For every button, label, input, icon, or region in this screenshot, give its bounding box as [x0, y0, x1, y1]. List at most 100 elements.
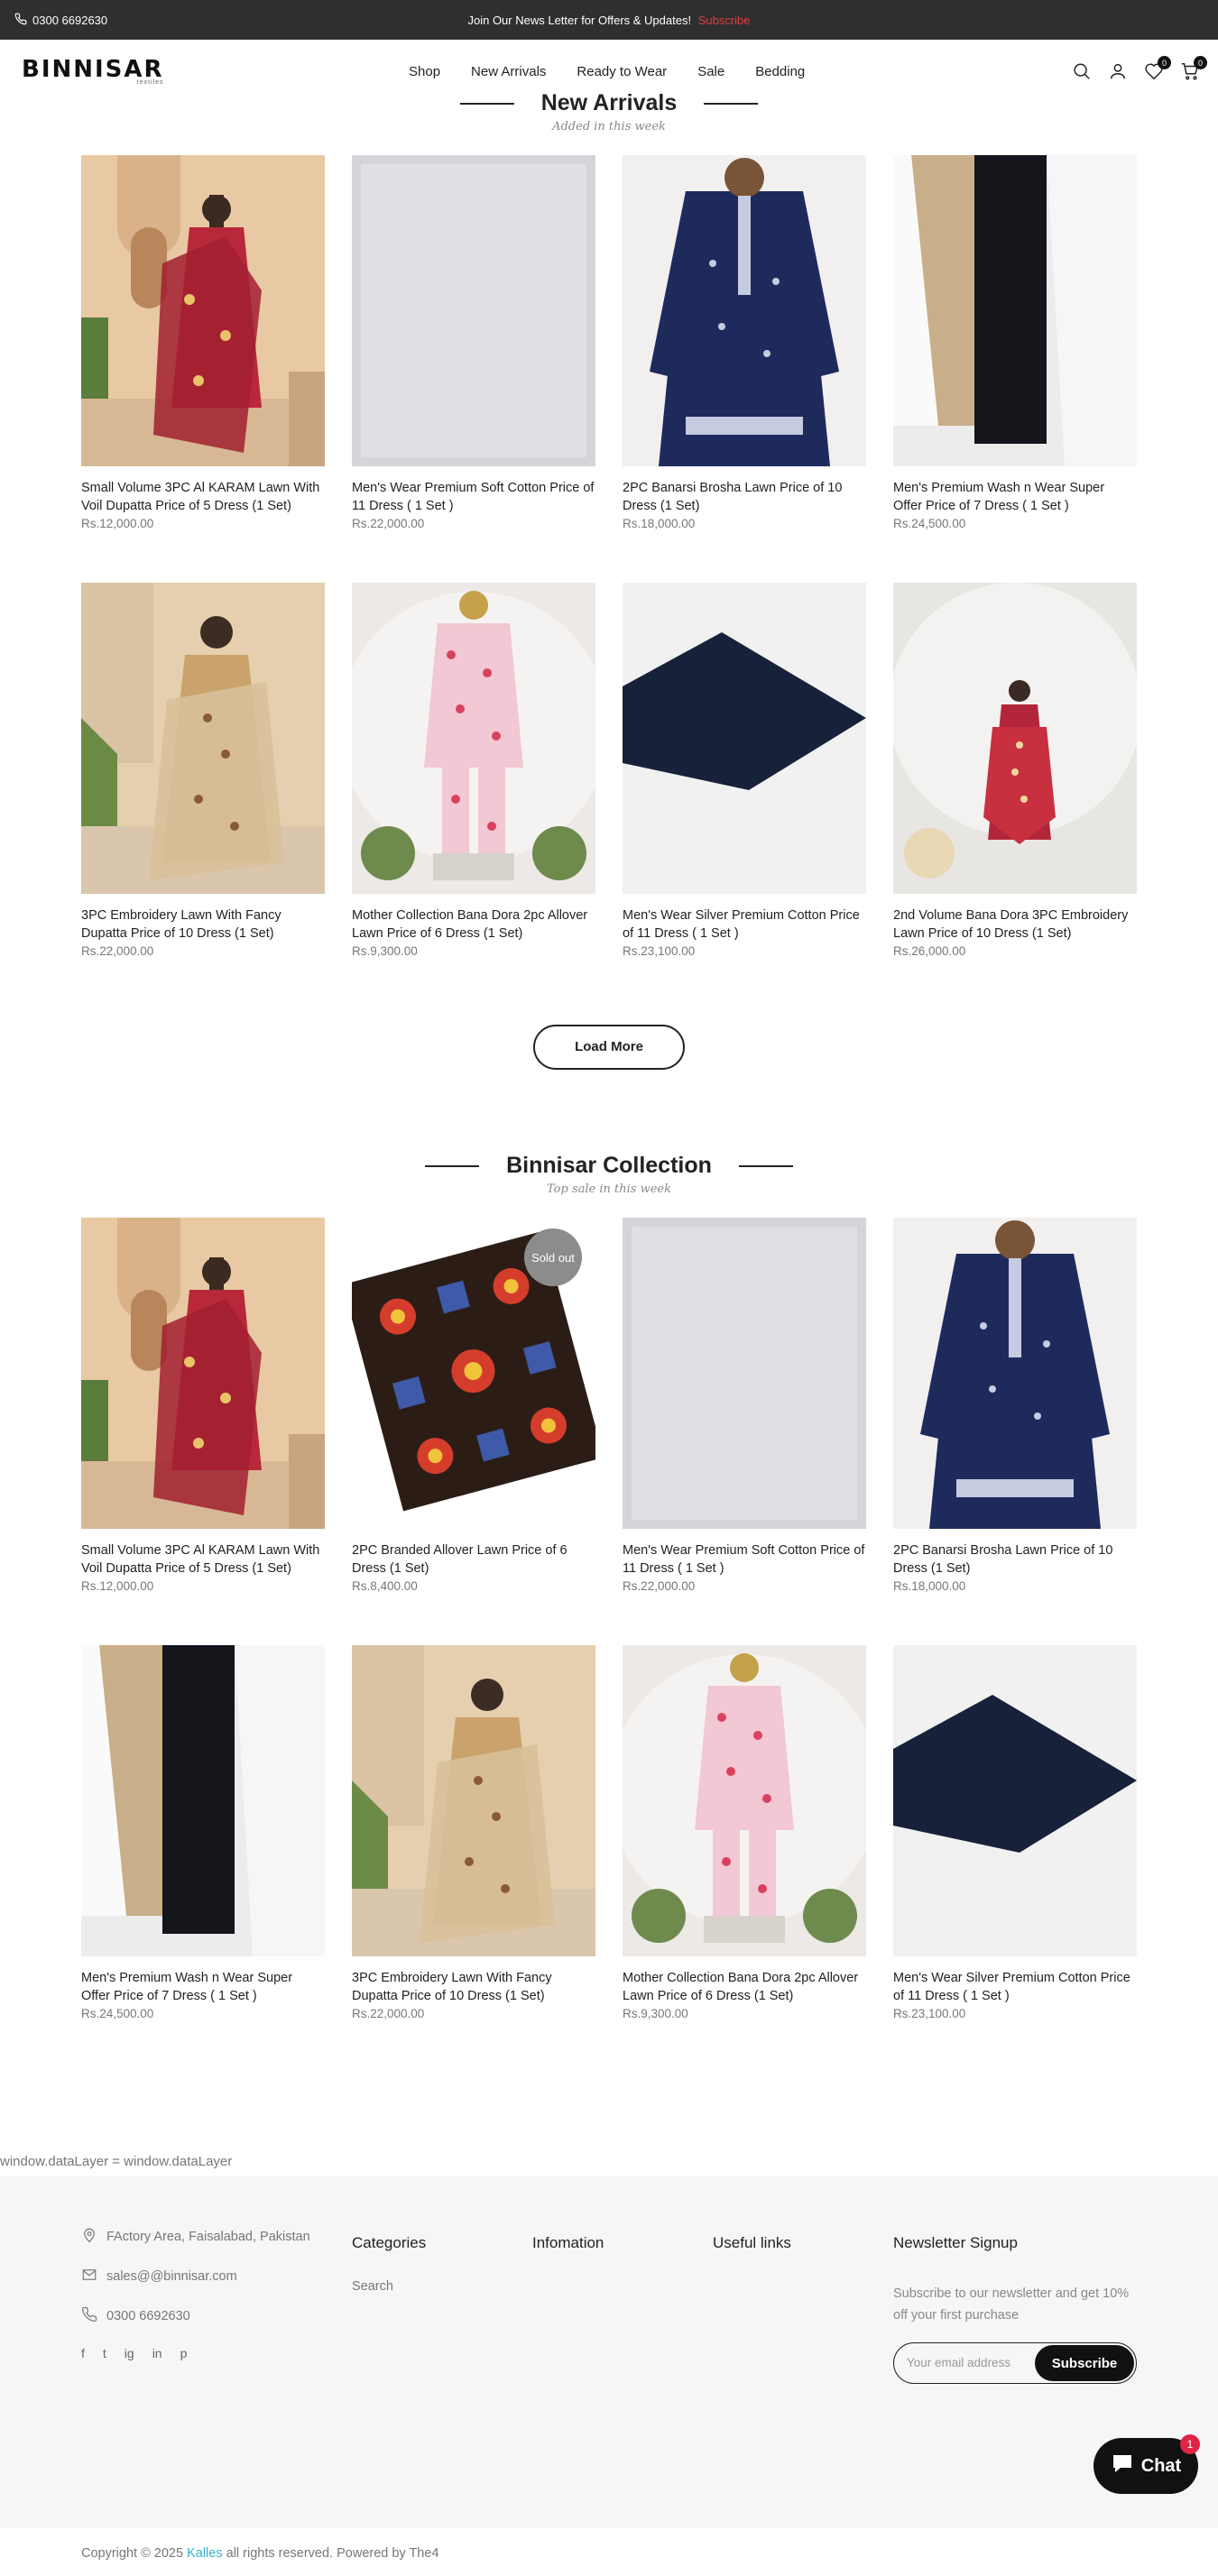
footer-phone[interactable]: 0300 6692630 — [81, 2306, 310, 2326]
shop-chat-button[interactable]: Chat 1 — [1093, 2434, 1200, 2494]
product-card[interactable]: Men's Wear Premium Soft Cotton Price of … — [623, 1218, 866, 1645]
product-price: Rs.24,500.00 — [893, 517, 966, 530]
product-name[interactable]: Men's Wear Silver Premium Cotton Price o… — [623, 906, 866, 943]
heading-divider-left — [459, 102, 514, 105]
product-card[interactable]: Men's Wear Silver Premium Cotton Price o… — [623, 583, 866, 1010]
section-title: New Arrivals — [540, 90, 678, 115]
promo-message: Join Our News Letter for Offers & Update… — [467, 14, 750, 27]
collection-grid-row-1: Small Volume 3PC Al KARAM Lawn With Voil… — [81, 1218, 1137, 1645]
footer-email-text: sales@@binnisar.com — [106, 2269, 237, 2284]
footer-search-link[interactable]: Search — [352, 2279, 426, 2294]
product-price: Rs.9,300.00 — [352, 944, 418, 958]
newsletter-title: Newsletter Signup — [893, 2234, 1018, 2251]
product-image[interactable] — [623, 155, 866, 466]
product-image[interactable] — [352, 155, 595, 466]
product-card[interactable]: Small Volume 3PC Al KARAM Lawn With Voil… — [81, 1218, 325, 1645]
product-card[interactable]: Men's Wear Silver Premium Cotton Price o… — [893, 1645, 1137, 2073]
product-card[interactable]: Small Volume 3PC Al KARAM Lawn With Voil… — [81, 155, 325, 583]
site-logo[interactable]: BINNISAR textiles — [22, 56, 164, 86]
facebook-icon[interactable]: f — [81, 2346, 85, 2360]
product-name[interactable]: Men's Premium Wash n Wear Super Offer Pr… — [81, 1969, 325, 2005]
nav-sale[interactable]: Sale — [697, 64, 724, 79]
footer-categories: Categories Search — [352, 2227, 426, 2294]
load-more-wrap: Load More — [0, 1025, 1218, 1070]
nav-bedding[interactable]: Bedding — [755, 64, 805, 79]
twitter-icon[interactable]: t — [103, 2346, 106, 2360]
subscribe-button[interactable]: Subscribe — [1035, 2345, 1134, 2381]
chat-badge: 1 — [1180, 2434, 1200, 2454]
newsletter-text: Subscribe to our newsletter and get 10% … — [893, 2286, 1130, 2323]
heading-divider-left — [425, 1164, 480, 1167]
cart-count-badge: 0 — [1194, 56, 1207, 69]
search-icon[interactable] — [1072, 61, 1092, 81]
phone-icon — [14, 13, 27, 28]
nav-shop[interactable]: Shop — [409, 64, 440, 79]
instagram-icon[interactable]: ig — [125, 2346, 134, 2360]
phone-icon — [81, 2306, 97, 2326]
footer-email[interactable]: sales@@binnisar.com — [81, 2267, 310, 2286]
product-card[interactable]: 2PC Banarsi Brosha Lawn Price of 10 Dres… — [623, 155, 866, 583]
footer-address: FActory Area, Faisalabad, Pakistan — [81, 2227, 310, 2247]
product-name[interactable]: 2PC Banarsi Brosha Lawn Price of 10 Dres… — [623, 479, 866, 515]
topbar-phone[interactable]: 0300 6692630 — [14, 0, 107, 40]
datalayer-script-text: window.dataLayer = window.dataLayer — [0, 2154, 233, 2169]
nav-ready-to-wear[interactable]: Ready to Wear — [577, 64, 667, 79]
copyright-suffix: all rights reserved. Powered by The4 — [226, 2546, 439, 2561]
product-card[interactable]: Men's Premium Wash n Wear Super Offer Pr… — [81, 1645, 325, 2073]
product-image[interactable] — [893, 583, 1137, 894]
product-image[interactable] — [893, 1645, 1137, 1956]
product-name[interactable]: Mother Collection Bana Dora 2pc Allover … — [352, 906, 595, 943]
product-image[interactable] — [81, 583, 325, 894]
product-image[interactable] — [893, 155, 1137, 466]
product-card[interactable]: Sold out 2PC Branded Allover Lawn Price o… — [352, 1218, 595, 1645]
product-name[interactable]: Small Volume 3PC Al KARAM Lawn With Voil… — [81, 479, 325, 515]
product-card[interactable]: 3PC Embroidery Lawn With Fancy Dupatta P… — [352, 1645, 595, 2073]
product-name[interactable]: 2PC Banarsi Brosha Lawn Price of 10 Dres… — [893, 1541, 1137, 1578]
promo-subscribe-link[interactable]: Subscribe — [698, 14, 751, 27]
product-card[interactable]: 3PC Embroidery Lawn With Fancy Dupatta P… — [81, 583, 325, 1010]
product-image[interactable] — [81, 1645, 325, 1956]
newsletter-email-input[interactable]: Your email address — [907, 2356, 1010, 2369]
product-name[interactable]: 3PC Embroidery Lawn With Fancy Dupatta P… — [352, 1969, 595, 2005]
nav-new-arrivals[interactable]: New Arrivals — [471, 64, 546, 79]
product-image[interactable] — [352, 1645, 595, 1956]
product-image[interactable] — [623, 583, 866, 894]
product-card[interactable]: 2PC Banarsi Brosha Lawn Price of 10 Dres… — [893, 1218, 1137, 1645]
product-name[interactable]: Mother Collection Bana Dora 2pc Allover … — [623, 1969, 866, 2005]
product-name[interactable]: Men's Wear Premium Soft Cotton Price of … — [352, 479, 595, 515]
product-name[interactable]: Men's Wear Premium Soft Cotton Price of … — [623, 1541, 866, 1578]
footer-useful-title: Useful links — [713, 2234, 791, 2251]
product-name[interactable]: 3PC Embroidery Lawn With Fancy Dupatta P… — [81, 906, 325, 943]
account-icon[interactable] — [1108, 61, 1128, 81]
product-image[interactable] — [81, 155, 325, 466]
product-card[interactable]: Men's Premium Wash n Wear Super Offer Pr… — [893, 155, 1137, 583]
cart-icon[interactable]: 0 — [1180, 56, 1207, 81]
topbar-phone-text: 0300 6692630 — [32, 13, 108, 27]
product-name[interactable]: 2PC Branded Allover Lawn Price of 6 Dres… — [352, 1541, 595, 1578]
collection-heading: Binnisar Collection Top sale in this wee… — [0, 1153, 1218, 1196]
social-links: f t ig in p — [81, 2346, 310, 2360]
product-card[interactable]: Mother Collection Bana Dora 2pc Allover … — [623, 1645, 866, 2073]
footer-categories-title: Categories — [352, 2234, 427, 2251]
product-price: Rs.23,100.00 — [623, 944, 696, 958]
pinterest-icon[interactable]: p — [180, 2346, 188, 2360]
product-name[interactable]: Small Volume 3PC Al KARAM Lawn With Voil… — [81, 1541, 325, 1578]
copyright-brand-link[interactable]: Kalles — [187, 2546, 223, 2561]
product-image[interactable] — [893, 1218, 1137, 1529]
product-card[interactable]: Mother Collection Bana Dora 2pc Allover … — [352, 583, 595, 1010]
product-image[interactable] — [81, 1218, 325, 1529]
product-image[interactable] — [352, 583, 595, 894]
product-name[interactable]: 2nd Volume Bana Dora 3PC Embroidery Lawn… — [893, 906, 1137, 943]
product-image[interactable] — [623, 1645, 866, 1956]
wishlist-icon[interactable]: 0 — [1144, 56, 1171, 81]
product-name[interactable]: Men's Premium Wash n Wear Super Offer Pr… — [893, 479, 1137, 515]
promo-text: Join Our News Letter for Offers & Update… — [467, 13, 692, 27]
newsletter-form: Your email address Subscribe — [893, 2342, 1137, 2384]
linkedin-icon[interactable]: in — [152, 2346, 162, 2360]
product-card[interactable]: Men's Wear Premium Soft Cotton Price of … — [352, 155, 595, 583]
footer-information-title: Infomation — [532, 2234, 604, 2251]
product-image[interactable] — [623, 1218, 866, 1529]
product-name[interactable]: Men's Wear Silver Premium Cotton Price o… — [893, 1969, 1137, 2005]
product-card[interactable]: 2nd Volume Bana Dora 3PC Embroidery Lawn… — [893, 583, 1137, 1010]
load-more-button[interactable]: Load More — [533, 1025, 685, 1070]
